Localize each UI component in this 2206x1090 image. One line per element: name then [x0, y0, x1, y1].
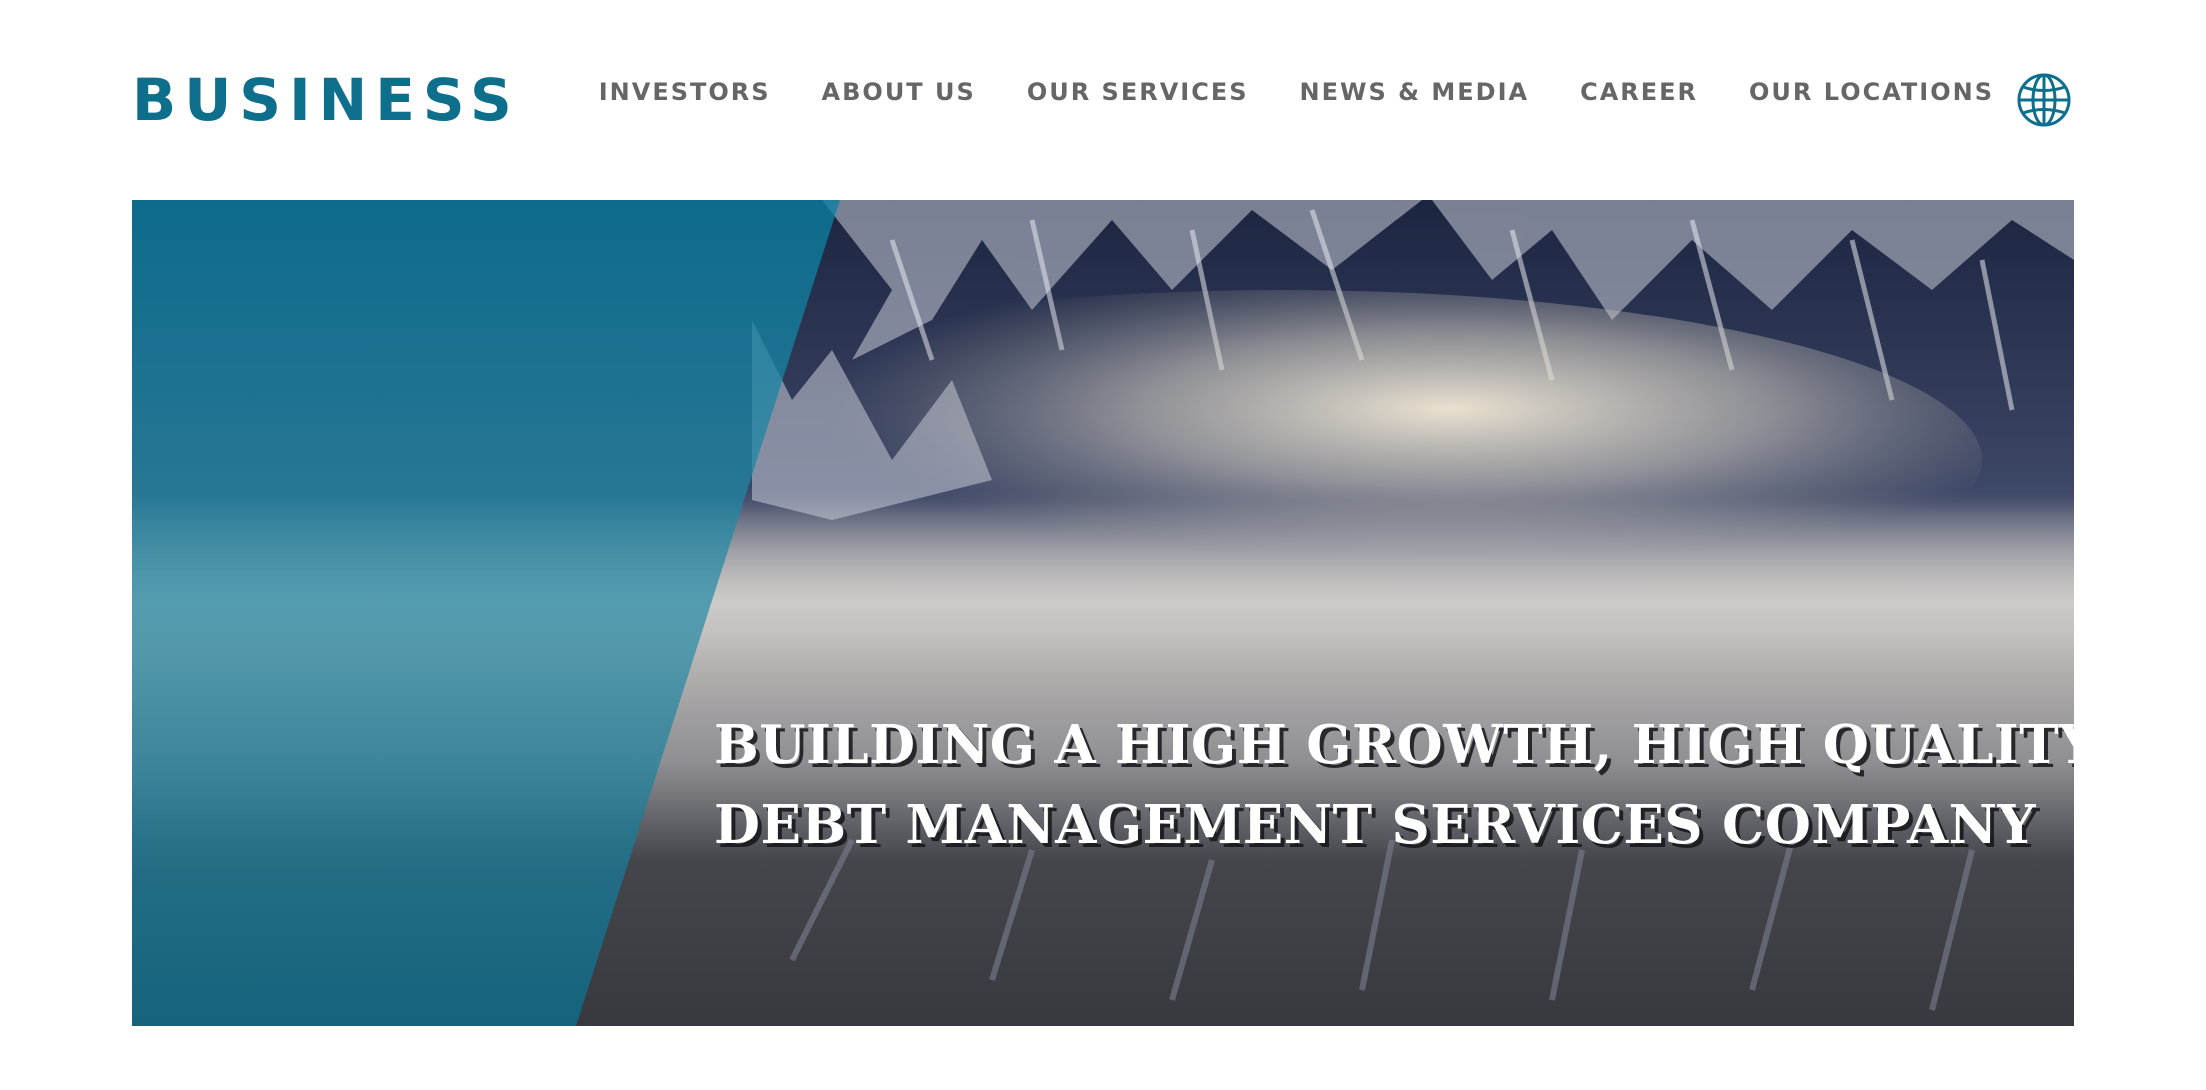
nav-item-news-media[interactable]: NEWS & MEDIA [1300, 78, 1530, 106]
hero-headline: BUILDING A HIGH GROWTH, HIGH QUALITY DEB… [714, 705, 2074, 865]
nav-item-our-locations[interactable]: OUR LOCATIONS [1749, 78, 1994, 106]
hero-headline-line-2: DEBT MANAGEMENT SERVICES COMPANY [714, 794, 2036, 856]
brand-logo[interactable]: BUSINESS [132, 66, 520, 134]
nav-item-career[interactable]: CAREER [1580, 78, 1698, 106]
site-header: BUSINESS INVESTORS ABOUT US OUR SERVICES… [0, 0, 2206, 200]
hero-banner: BUILDING A HIGH GROWTH, HIGH QUALITY DEB… [132, 200, 2074, 1026]
nav-item-about-us[interactable]: ABOUT US [822, 78, 976, 106]
hero-headline-line-1: BUILDING A HIGH GROWTH, HIGH QUALITY [714, 714, 2074, 776]
globe-icon[interactable] [2016, 72, 2072, 128]
nav-item-investors[interactable]: INVESTORS [599, 78, 771, 106]
nav-item-our-services[interactable]: OUR SERVICES [1027, 78, 1249, 106]
page: BUSINESS INVESTORS ABOUT US OUR SERVICES… [0, 0, 2206, 1090]
main-nav: INVESTORS ABOUT US OUR SERVICES NEWS & M… [599, 78, 1994, 106]
hero-background-image [132, 200, 2074, 1026]
